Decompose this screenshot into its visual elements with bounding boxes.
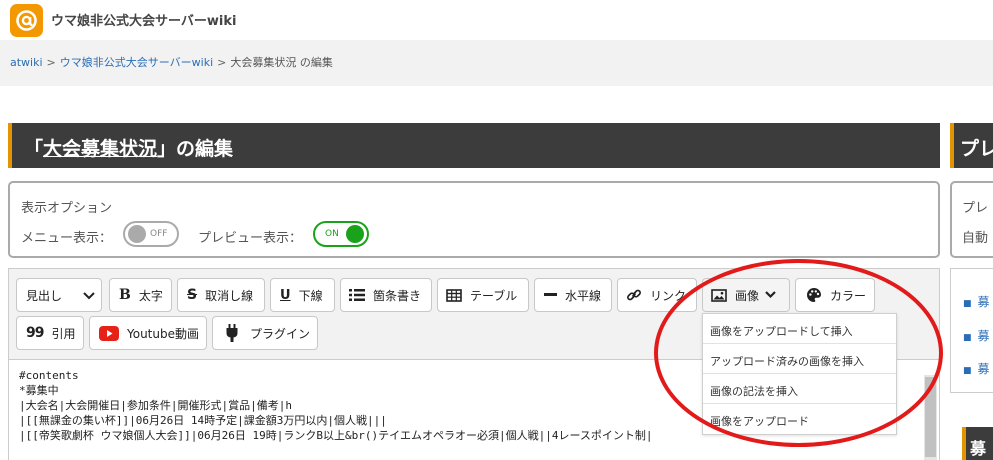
preview-link[interactable]: 募 [978, 295, 990, 309]
toggle-state: OFF [150, 229, 168, 239]
breadcrumb: atwiki > ウマ娘非公式大会サーバーwiki > 大会募集状況 の編集 [10, 54, 333, 70]
preview-link[interactable]: 募 [978, 362, 990, 376]
bullet-icon: ■ [963, 333, 972, 343]
breadcrumb-current: 大会募集状況 の編集 [230, 56, 333, 69]
quote-label: 引用 [51, 326, 76, 341]
preview-list-item[interactable]: ■ 募 [963, 293, 990, 310]
youtube-icon [99, 325, 119, 341]
strikethrough-button[interactable]: S 取消し線 [177, 278, 265, 312]
preview-list-item[interactable]: ■ 募 [963, 360, 990, 377]
quote-button[interactable]: 99 引用 [16, 316, 84, 350]
toggle-knob [346, 225, 364, 243]
breadcrumb-wiki-link[interactable]: ウマ娘非公式大会サーバーwiki [60, 56, 213, 69]
quote-icon: 99 [26, 325, 45, 341]
heading-select-value: 見出し [26, 288, 63, 303]
title-suffix: 」の編集 [157, 138, 234, 160]
preview-display-toggle[interactable]: ON [313, 221, 369, 247]
preview-title: プレ [950, 123, 993, 168]
horizontal-rule-label: 水平線 [565, 288, 602, 303]
display-options-panel: 表示オプション メニュー表示： OFF プレビュー表示： ON [8, 181, 940, 258]
strikethrough-icon: S [187, 287, 198, 303]
breadcrumb-separator: > [217, 56, 227, 69]
strikethrough-label: 取消し線 [205, 288, 254, 303]
table-label: テーブル [470, 288, 518, 303]
display-options-title: 表示オプション [21, 201, 113, 216]
preview-auto-label: 自動 [962, 231, 989, 246]
heading-select[interactable]: 見出し [16, 278, 102, 312]
plugin-button[interactable]: プラグイン [212, 316, 318, 350]
toggle-state: ON [325, 229, 339, 239]
preview-list-item[interactable]: ■ 募 [963, 327, 990, 344]
underline-icon: U [280, 287, 291, 303]
breadcrumb-separator: > [46, 56, 56, 69]
preview-link[interactable]: 募 [978, 329, 990, 343]
breadcrumb-atwiki-link[interactable]: atwiki [10, 56, 43, 69]
bold-label: 太字 [138, 288, 163, 303]
underline-button[interactable]: U 下線 [270, 278, 335, 312]
bullet-icon: ■ [963, 366, 972, 376]
horizontal-rule-icon [544, 293, 557, 296]
bold-icon: B [119, 287, 131, 303]
bullet-list-button[interactable]: 箇条書き [340, 278, 432, 312]
page-title-link[interactable]: 大会募集状況 [43, 138, 157, 160]
preview-options-panel: プレ 自動 [950, 181, 993, 258]
plug-icon [226, 324, 238, 342]
table-button[interactable]: テーブル [437, 278, 529, 312]
list-icon [349, 289, 365, 301]
chevron-down-icon [83, 292, 95, 300]
at-icon [16, 10, 37, 31]
preview-display-label: プレビュー表示： [198, 231, 303, 246]
atwiki-logo[interactable] [10, 4, 43, 37]
title-open-bracket: 「 [24, 138, 44, 160]
plugin-label: プラグイン [250, 326, 311, 341]
site-title[interactable]: ウマ娘非公式大会サーバーwiki [51, 10, 236, 29]
underline-label: 下線 [298, 288, 323, 303]
bullet-list-label: 箇条書き [373, 288, 422, 303]
bold-button[interactable]: B 太字 [109, 278, 172, 312]
youtube-button[interactable]: Youtube動画 [89, 316, 207, 350]
menu-display-label: メニュー表示： [21, 231, 113, 246]
page-title: 「大会募集状況」の編集 [8, 123, 940, 168]
preview-section-heading: 募 [962, 427, 993, 460]
table-icon [446, 288, 462, 302]
youtube-label: Youtube動画 [127, 326, 199, 341]
horizontal-rule-button[interactable]: 水平線 [534, 278, 612, 312]
annotation-circle [654, 259, 943, 447]
menu-display-toggle[interactable]: OFF [123, 221, 179, 247]
preview-options-title: プレ [962, 201, 989, 216]
toggle-knob [128, 225, 146, 243]
link-icon [627, 289, 641, 301]
site-header: ウマ娘非公式大会サーバーwiki [0, 0, 993, 40]
bullet-icon: ■ [963, 299, 972, 309]
